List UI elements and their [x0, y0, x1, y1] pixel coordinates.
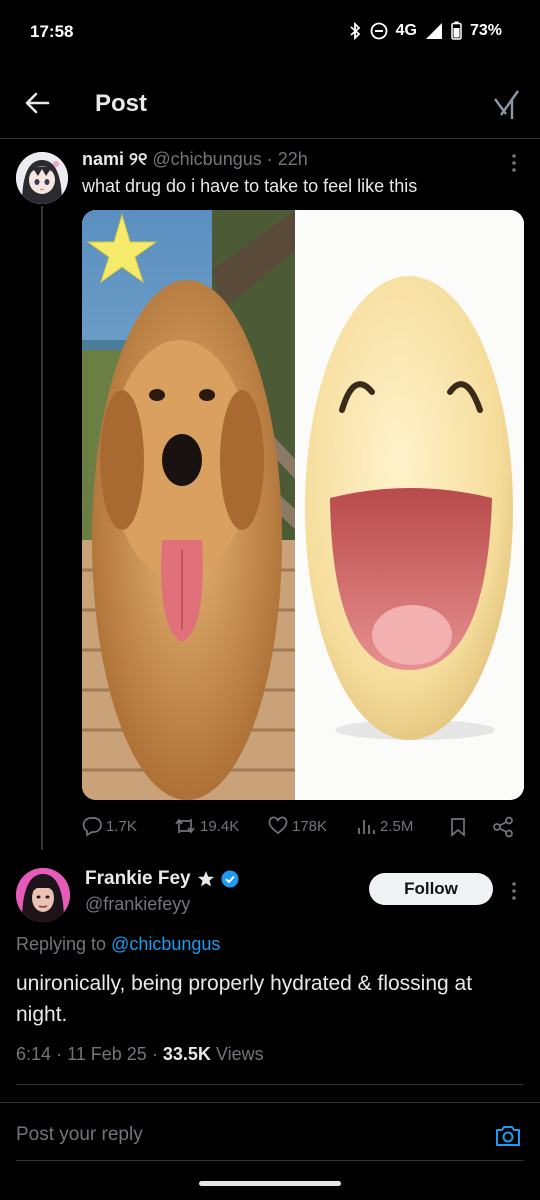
do-not-disturb-icon: [370, 22, 388, 39]
views-count[interactable]: 33.5K: [163, 1044, 211, 1064]
replying-prefix: Replying to: [16, 934, 107, 954]
more-options-icon[interactable]: [510, 152, 518, 174]
grok-icon[interactable]: [492, 87, 522, 121]
views-action[interactable]: 2.5M: [356, 816, 413, 836]
separator-dot: ·: [56, 1044, 63, 1064]
author-name[interactable]: Frankie Fey: [85, 868, 191, 890]
bluetooth-icon: [350, 21, 360, 40]
repost-action[interactable]: 19.4K: [174, 816, 239, 836]
author-name-line: Frankie Fey: [85, 868, 239, 890]
post-actions: 1.7K 19.4K 178K 2.5M: [82, 812, 524, 842]
post-date[interactable]: 11 Feb 25: [67, 1044, 147, 1064]
star-icon: [197, 871, 214, 887]
reply-text: unironically, being properly hydrated & …: [16, 972, 473, 1026]
post-header: Post: [0, 70, 540, 138]
verified-badge-icon: [221, 870, 239, 888]
author-name[interactable]: nami: [82, 149, 124, 169]
replying-to-line: Replying to @chicbungus: [16, 934, 220, 955]
views-label: Views: [215, 1044, 264, 1064]
post-time[interactable]: 22h: [278, 149, 308, 169]
views-icon: [358, 820, 375, 834]
status-bar: 17:58 4G 73%: [0, 0, 540, 64]
page-title: Post: [95, 90, 148, 117]
home-indicator[interactable]: [199, 1181, 341, 1186]
battery-icon: [451, 21, 462, 40]
thread-connector-line: [41, 206, 43, 850]
anime-avatar-image: [16, 152, 68, 204]
heart-icon: [268, 816, 288, 835]
divider: [16, 1084, 524, 1085]
divider: [0, 1102, 540, 1103]
post-meta: 6:14 · 11 Feb 25 · 33.5K Views: [16, 1044, 264, 1065]
user-photo-avatar: [16, 868, 70, 922]
repost-icon: [175, 818, 195, 834]
reply-count: 1.7K: [106, 817, 137, 835]
header-divider: [0, 138, 540, 139]
divider: [16, 1160, 524, 1161]
separator-dot: ·: [266, 149, 273, 169]
author-handle[interactable]: @chicbungus: [152, 149, 261, 169]
avatar[interactable]: [16, 868, 70, 922]
follow-button[interactable]: Follow: [369, 873, 493, 905]
avatar[interactable]: [16, 152, 68, 204]
dog-vs-emoticon-image: [82, 210, 524, 800]
arrow-left-icon[interactable]: [22, 88, 52, 118]
network-label: 4G: [395, 21, 417, 39]
post-text: what drug do i have to take to feel like…: [82, 176, 418, 196]
post-media[interactable]: [82, 210, 524, 800]
author-handle[interactable]: @frankiefeyy: [85, 894, 190, 915]
post-author-line: nami ୨୧ @chicbungus · 22h: [82, 149, 308, 170]
battery-percent: 73%: [469, 21, 502, 39]
author-name-suffix: ୨୧: [129, 149, 148, 169]
post-time[interactable]: 6:14: [16, 1044, 51, 1064]
more-options-icon[interactable]: [510, 880, 518, 902]
signal-icon: [425, 22, 442, 39]
repost-count: 19.4K: [200, 817, 240, 835]
like-action[interactable]: 178K: [268, 816, 327, 836]
replying-to-handle[interactable]: @chicbungus: [111, 934, 220, 954]
bookmark-icon[interactable]: [450, 817, 466, 837]
reply-action[interactable]: 1.7K: [82, 816, 137, 836]
reply-input[interactable]: [16, 1124, 456, 1146]
share-icon[interactable]: [492, 816, 514, 838]
views-count: 2.5M: [380, 817, 414, 835]
separator-dot: ·: [151, 1044, 158, 1064]
status-icons: 4G 73%: [348, 21, 502, 40]
like-count: 178K: [292, 817, 328, 835]
reply-icon: [82, 817, 102, 836]
status-time: 17:58: [30, 22, 74, 41]
camera-icon[interactable]: [494, 1122, 522, 1150]
